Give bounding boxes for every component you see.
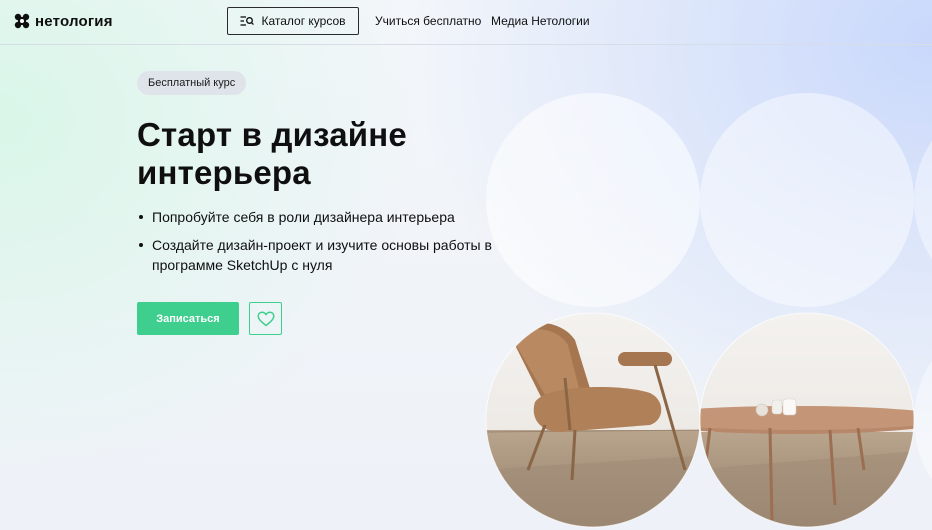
- favorite-button[interactable]: [249, 302, 282, 335]
- page-title-line-1: Старт в дизайне: [137, 116, 407, 153]
- nav-link-learn-free[interactable]: Учиться бесплатно: [375, 14, 481, 28]
- nav-link-media[interactable]: Медиа Нетологии: [491, 14, 590, 28]
- catalog-list-search-icon: [240, 16, 255, 26]
- catalog-button[interactable]: Каталог курсов: [227, 7, 359, 35]
- benefit-item: Попробуйте себя в роли дизайнера интерье…: [137, 207, 497, 227]
- free-course-badge: Бесплатный курс: [137, 71, 247, 95]
- benefit-item: Создайте дизайн-проект и изучите основы …: [137, 235, 497, 275]
- logo-text: нетология: [35, 12, 113, 30]
- page-title: Старт в дизайне интерьера: [137, 116, 477, 192]
- netology-logo-icon: [14, 13, 30, 29]
- top-header: нетология Каталог курсов Учиться бесплат…: [0, 0, 932, 45]
- catalog-button-label: Каталог курсов: [261, 14, 346, 28]
- logo[interactable]: нетология: [14, 12, 113, 30]
- heart-icon: [256, 310, 275, 326]
- course-benefits-list: Попробуйте себя в роли дизайнера интерье…: [137, 207, 497, 283]
- signup-button[interactable]: Записаться: [137, 302, 239, 335]
- page-title-line-2: интерьера: [137, 154, 311, 191]
